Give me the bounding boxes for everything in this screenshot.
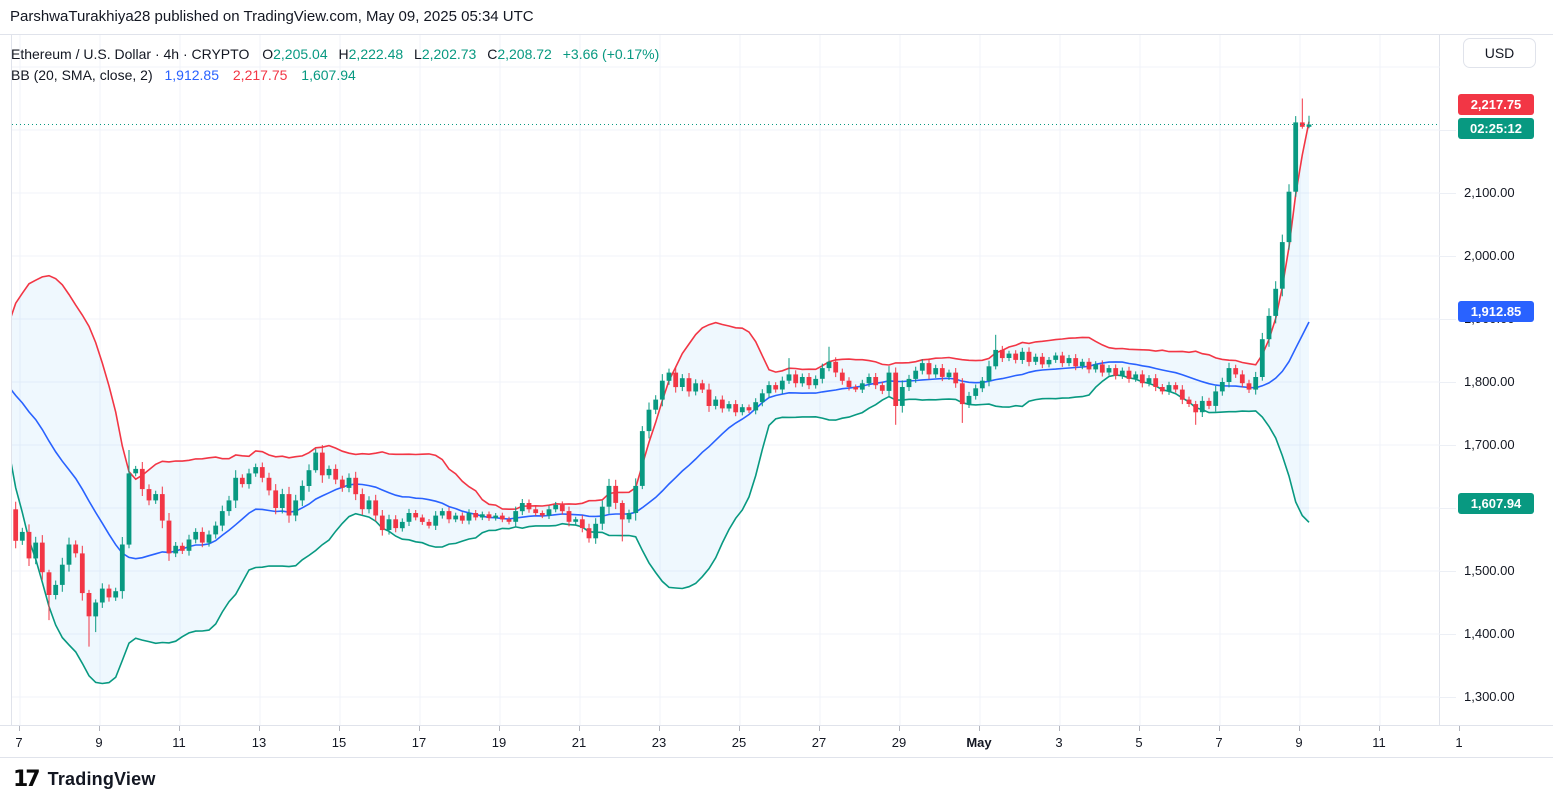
price-axis-label: 1,400.00 [1464,627,1515,641]
time-axis-tick [419,726,420,731]
time-axis-tick [1219,726,1220,731]
time-axis-label: 21 [572,735,586,750]
price-axis-label: 2,000.00 [1464,249,1515,263]
chart-pane[interactable] [11,35,1440,725]
time-axis-label: 23 [652,735,666,750]
price-axis-tick [1440,130,1456,131]
indicator-row: BB (20, SMA, close, 2) 1,912.85 2,217.75… [11,65,666,86]
time-axis-tick [259,726,260,731]
time-axis-tick [179,726,180,731]
time-axis-tick [1299,726,1300,731]
indicator-title[interactable]: BB (20, SMA, close, 2) [11,67,153,83]
open-key: O [262,46,273,62]
time-axis-label: 11 [1372,735,1386,750]
time-axis-label: 15 [332,735,346,750]
time-axis-label: 17 [412,735,426,750]
price-axis-label: 1,500.00 [1464,564,1515,578]
time-axis-label: May [966,735,991,750]
price-axis-label: 1,300.00 [1464,690,1515,704]
time-axis-tick [819,726,820,731]
time-axis-label: 19 [492,735,506,750]
price-axis-tick [1440,508,1456,509]
low-value: 2,202.73 [422,46,477,62]
time-axis-tick [499,726,500,731]
time-axis-tick [579,726,580,731]
time-axis-label: 7 [15,735,22,750]
time-axis-label: 1 [1455,735,1462,750]
time-axis-tick [19,726,20,731]
tradingview-logo[interactable]: 17 TradingView [13,767,156,792]
symbol-title[interactable]: Ethereum / U.S. Dollar · 4h · CRYPTO [11,46,249,62]
time-axis-label: 27 [812,735,826,750]
change-value: +3.66 (+0.17%) [563,46,660,62]
price-axis-tick [1440,382,1456,383]
time-axis-tick [99,726,100,731]
price-axis-tick [1440,193,1456,194]
price-axis-tick [1440,697,1456,698]
attribution-bar: ParshwaTurakhiya28 published on TradingV… [0,0,1553,35]
close-value: 2,208.72 [497,46,552,62]
time-axis-label: 9 [95,735,102,750]
time-axis-tick [339,726,340,731]
tradingview-logo-icon: 17 [13,767,38,792]
countdown-badge: 02:25:12 [1458,118,1534,139]
time-axis-label: 11 [172,735,186,750]
time-axis-tick [899,726,900,731]
time-axis-tick [739,726,740,731]
time-axis[interactable]: 7911131517192123252729May3579111 [0,725,1553,758]
price-axis-tick [1440,256,1456,257]
candlestick-chart[interactable] [12,35,1441,725]
tradingview-shared-chart: ParshwaTurakhiya28 published on TradingV… [0,0,1553,803]
price-axis-tick [1440,571,1456,572]
high-key: H [339,46,349,62]
time-axis-label: 29 [892,735,906,750]
bb-upper-badge: 2,217.75 [1458,94,1534,115]
attribution-text: ParshwaTurakhiya28 published on TradingV… [10,8,534,25]
time-axis-label: 13 [252,735,266,750]
price-axis-tick [1440,319,1456,320]
price-axis-label: 1,800.00 [1464,375,1515,389]
chart-legend: Ethereum / U.S. Dollar · 4h · CRYPTO O2,… [11,44,666,86]
price-axis[interactable]: USD 2,200.002,100.002,000.001,900.001,80… [1440,35,1553,725]
time-axis-tick [659,726,660,731]
price-axis-tick [1440,445,1456,446]
bb-lower-badge: 1,607.94 [1458,493,1534,514]
close-key: C [487,46,497,62]
time-axis-tick [1059,726,1060,731]
time-axis-label: 9 [1295,735,1302,750]
bb-lower-value: 1,607.94 [301,67,356,83]
time-axis-label: 5 [1135,735,1142,750]
tradingview-logo-text: TradingView [48,769,156,790]
time-axis-tick [979,726,980,731]
time-axis-tick [1139,726,1140,731]
price-axis-label: 2,100.00 [1464,186,1515,200]
time-axis-label: 3 [1055,735,1062,750]
open-value: 2,205.04 [273,46,328,62]
price-axis-tick [1440,634,1456,635]
low-key: L [414,46,422,62]
symbol-row: Ethereum / U.S. Dollar · 4h · CRYPTO O2,… [11,44,666,65]
bb-basis-badge: 1,912.85 [1458,301,1534,322]
currency-button[interactable]: USD [1463,38,1536,68]
time-axis-label: 7 [1215,735,1222,750]
time-axis-tick [1379,726,1380,731]
time-axis-label: 25 [732,735,746,750]
high-value: 2,222.48 [349,46,404,62]
time-axis-tick [1459,726,1460,731]
bb-upper-value: 2,217.75 [233,67,288,83]
footer-bar: 17 TradingView [0,758,1553,803]
price-axis-label: 1,700.00 [1464,438,1515,452]
bb-basis-value: 1,912.85 [165,67,220,83]
